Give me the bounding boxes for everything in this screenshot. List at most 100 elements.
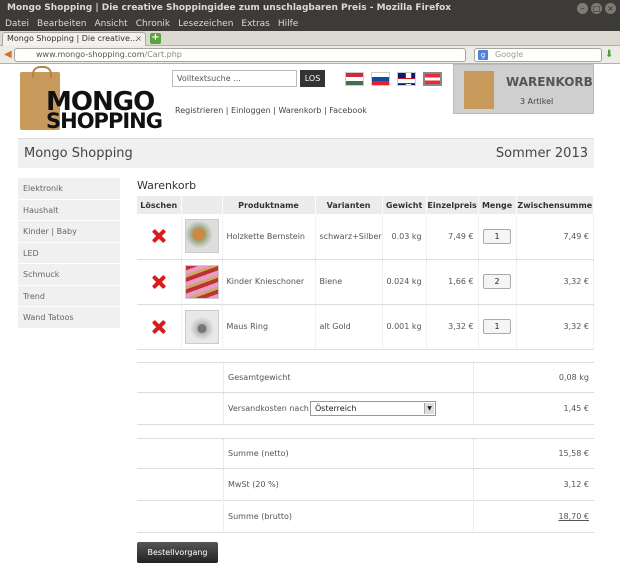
product-subtotal: 3,32 €	[516, 259, 595, 305]
quantity-input[interactable]: 2	[483, 274, 512, 289]
shipping-row: Versandkosten nach Österreich ▼ 1,45 €	[137, 394, 594, 425]
close-tab-icon[interactable]: ×	[135, 33, 142, 45]
delete-icon[interactable]	[152, 320, 166, 334]
shopping-bag-icon	[464, 71, 494, 109]
checkout-button[interactable]: Bestellvorgang	[137, 542, 218, 563]
sidebar-item-trend[interactable]: Trend	[18, 285, 120, 307]
table-row: Holzkette Bernstein schwarz+Silber 0.03 …	[137, 214, 595, 260]
link-login[interactable]: Einloggen	[231, 106, 271, 115]
url-domain: www.mongo-shopping.com	[36, 50, 145, 59]
search-button[interactable]: LOS	[300, 70, 325, 87]
link-facebook[interactable]: Facebook	[329, 106, 367, 115]
sidebar-item-schmuck[interactable]: Schmuck	[18, 264, 120, 286]
close-icon[interactable]: ×	[605, 3, 616, 14]
product-name[interactable]: Maus Ring	[222, 304, 316, 350]
gross-label: Summe (brutto)	[228, 512, 293, 521]
site-search-input[interactable]: Volltextsuche ...	[172, 70, 297, 87]
product-name[interactable]: Kinder Knieschoner	[222, 259, 316, 305]
product-subtotal: 7,49 €	[516, 214, 595, 260]
product-name[interactable]: Holzkette Bernstein	[222, 214, 316, 260]
gross-value: 18,70 €	[558, 512, 589, 521]
sidebar-item-kinder-baby[interactable]: Kinder | Baby	[18, 221, 120, 243]
shipping-label: Versandkosten nach	[228, 404, 309, 413]
product-price: 3,32 €	[426, 304, 479, 350]
country-select[interactable]: Österreich ▼	[310, 401, 436, 416]
quantity-input[interactable]: 1	[483, 228, 512, 244]
product-thumbnail[interactable]	[184, 264, 219, 299]
cart-table: Löschen Produktname Varianten Gewicht Ei…	[137, 196, 595, 350]
net-row: Summe (netto) 15,58 €	[137, 438, 594, 470]
quantity-input[interactable]: 1	[483, 319, 512, 334]
menu-bar: Datei Bearbeiten Ansicht Chronik Lesezeichen…	[0, 17, 620, 31]
flag-uk-icon[interactable]	[397, 72, 416, 86]
download-icon[interactable]: ⬇	[605, 49, 613, 60]
sidebar-item-elektronik[interactable]: Elektronik	[18, 178, 120, 200]
product-weight: 0.001 kg	[382, 304, 427, 350]
menu-hilfe[interactable]: Hilfe	[278, 19, 298, 29]
col-zwischensumme: Zwischensumme	[516, 196, 595, 214]
product-subtotal: 3,32 €	[516, 304, 595, 350]
col-image	[181, 196, 223, 214]
net-value: 15,58 €	[558, 449, 589, 458]
minimize-icon[interactable]: –	[577, 3, 588, 14]
product-weight: 0.03 kg	[382, 214, 427, 260]
chevron-down-icon: ▼	[424, 403, 434, 414]
col-varianten: Varianten	[315, 196, 383, 214]
browser-search-input[interactable]: g Google	[474, 48, 602, 62]
vat-label: MwSt (20 %)	[228, 480, 279, 489]
col-gewicht: Gewicht	[382, 196, 427, 214]
browser-tab[interactable]: Mongo Shopping | Die creative... ×	[2, 32, 146, 46]
logo-line2[interactable]: SHOPPING	[46, 109, 163, 133]
table-header: Löschen Produktname Varianten Gewicht Ei…	[137, 196, 595, 214]
back-icon[interactable]: ◀	[4, 49, 12, 60]
col-einzelpreis: Einzelpreis	[426, 196, 479, 214]
category-sidebar: Elektronik Haushalt Kinder | Baby LED Sc…	[18, 178, 120, 329]
sidebar-item-haushalt[interactable]: Haushalt	[18, 199, 120, 221]
shop-name: Mongo Shopping	[24, 146, 133, 161]
product-variant: schwarz+Silber	[315, 214, 383, 260]
product-thumbnail[interactable]	[184, 219, 219, 254]
sidebar-item-wand-tatoos[interactable]: Wand Tatoos	[18, 307, 120, 329]
new-tab-icon[interactable]: +	[150, 33, 161, 44]
product-thumbnail[interactable]	[184, 309, 219, 344]
menu-chronik[interactable]: Chronik	[136, 19, 170, 29]
header-links: Registrieren | Einloggen | Warenkorb | F…	[175, 106, 367, 115]
cart-title: WARENKORB	[506, 75, 593, 89]
cart-count: 3 Artikel	[520, 97, 554, 106]
menu-ansicht[interactable]: Ansicht	[94, 19, 127, 29]
col-menge: Menge	[478, 196, 517, 214]
delete-icon[interactable]	[152, 229, 166, 243]
delete-icon[interactable]	[152, 275, 166, 289]
link-register[interactable]: Registrieren	[175, 106, 223, 115]
link-cart[interactable]: Warenkorb	[278, 106, 321, 115]
vat-value: 3,12 €	[563, 480, 589, 489]
web-page: MONGO SHOPPING Volltextsuche ... LOS Reg…	[0, 64, 620, 574]
weight-value: 0,08 kg	[558, 373, 589, 382]
menu-bearbeiten[interactable]: Bearbeiten	[37, 19, 86, 29]
product-price: 7,49 €	[426, 214, 479, 260]
table-row: Maus Ring alt Gold 0.001 kg 3,32 € 1 3,3…	[137, 304, 595, 350]
weight-row: Gesamtgewicht 0,08 kg	[137, 362, 594, 394]
flag-hungary-icon[interactable]	[345, 72, 364, 86]
menu-datei[interactable]: Datei	[5, 19, 29, 29]
country-select-value: Österreich	[315, 404, 357, 413]
menu-lesezeichen[interactable]: Lesezeichen	[178, 19, 233, 29]
flag-slovakia-icon[interactable]	[371, 72, 390, 86]
flag-austria-icon[interactable]	[423, 72, 442, 86]
col-produktname: Produktname	[222, 196, 316, 214]
search-placeholder: Google	[495, 50, 524, 59]
weight-label: Gesamtgewicht	[228, 373, 291, 382]
col-loeschen: Löschen	[137, 196, 182, 214]
google-icon: g	[478, 50, 488, 60]
sidebar-item-led[interactable]: LED	[18, 242, 120, 264]
product-price: 1,66 €	[426, 259, 479, 305]
tab-bar: Mongo Shopping | Die creative... × +	[0, 31, 620, 46]
shipping-value: 1,45 €	[563, 404, 589, 413]
menu-extras[interactable]: Extras	[241, 19, 269, 29]
product-weight: 0.024 kg	[382, 259, 427, 305]
maximize-icon[interactable]: □	[591, 3, 602, 14]
cart-widget[interactable]: WARENKORB 3 Artikel	[453, 64, 594, 114]
gross-row: Summe (brutto) 18,70 €	[137, 502, 594, 533]
url-bar[interactable]: www.mongo-shopping.com/Cart.php	[14, 48, 466, 62]
url-path: /Cart.php	[144, 50, 182, 59]
